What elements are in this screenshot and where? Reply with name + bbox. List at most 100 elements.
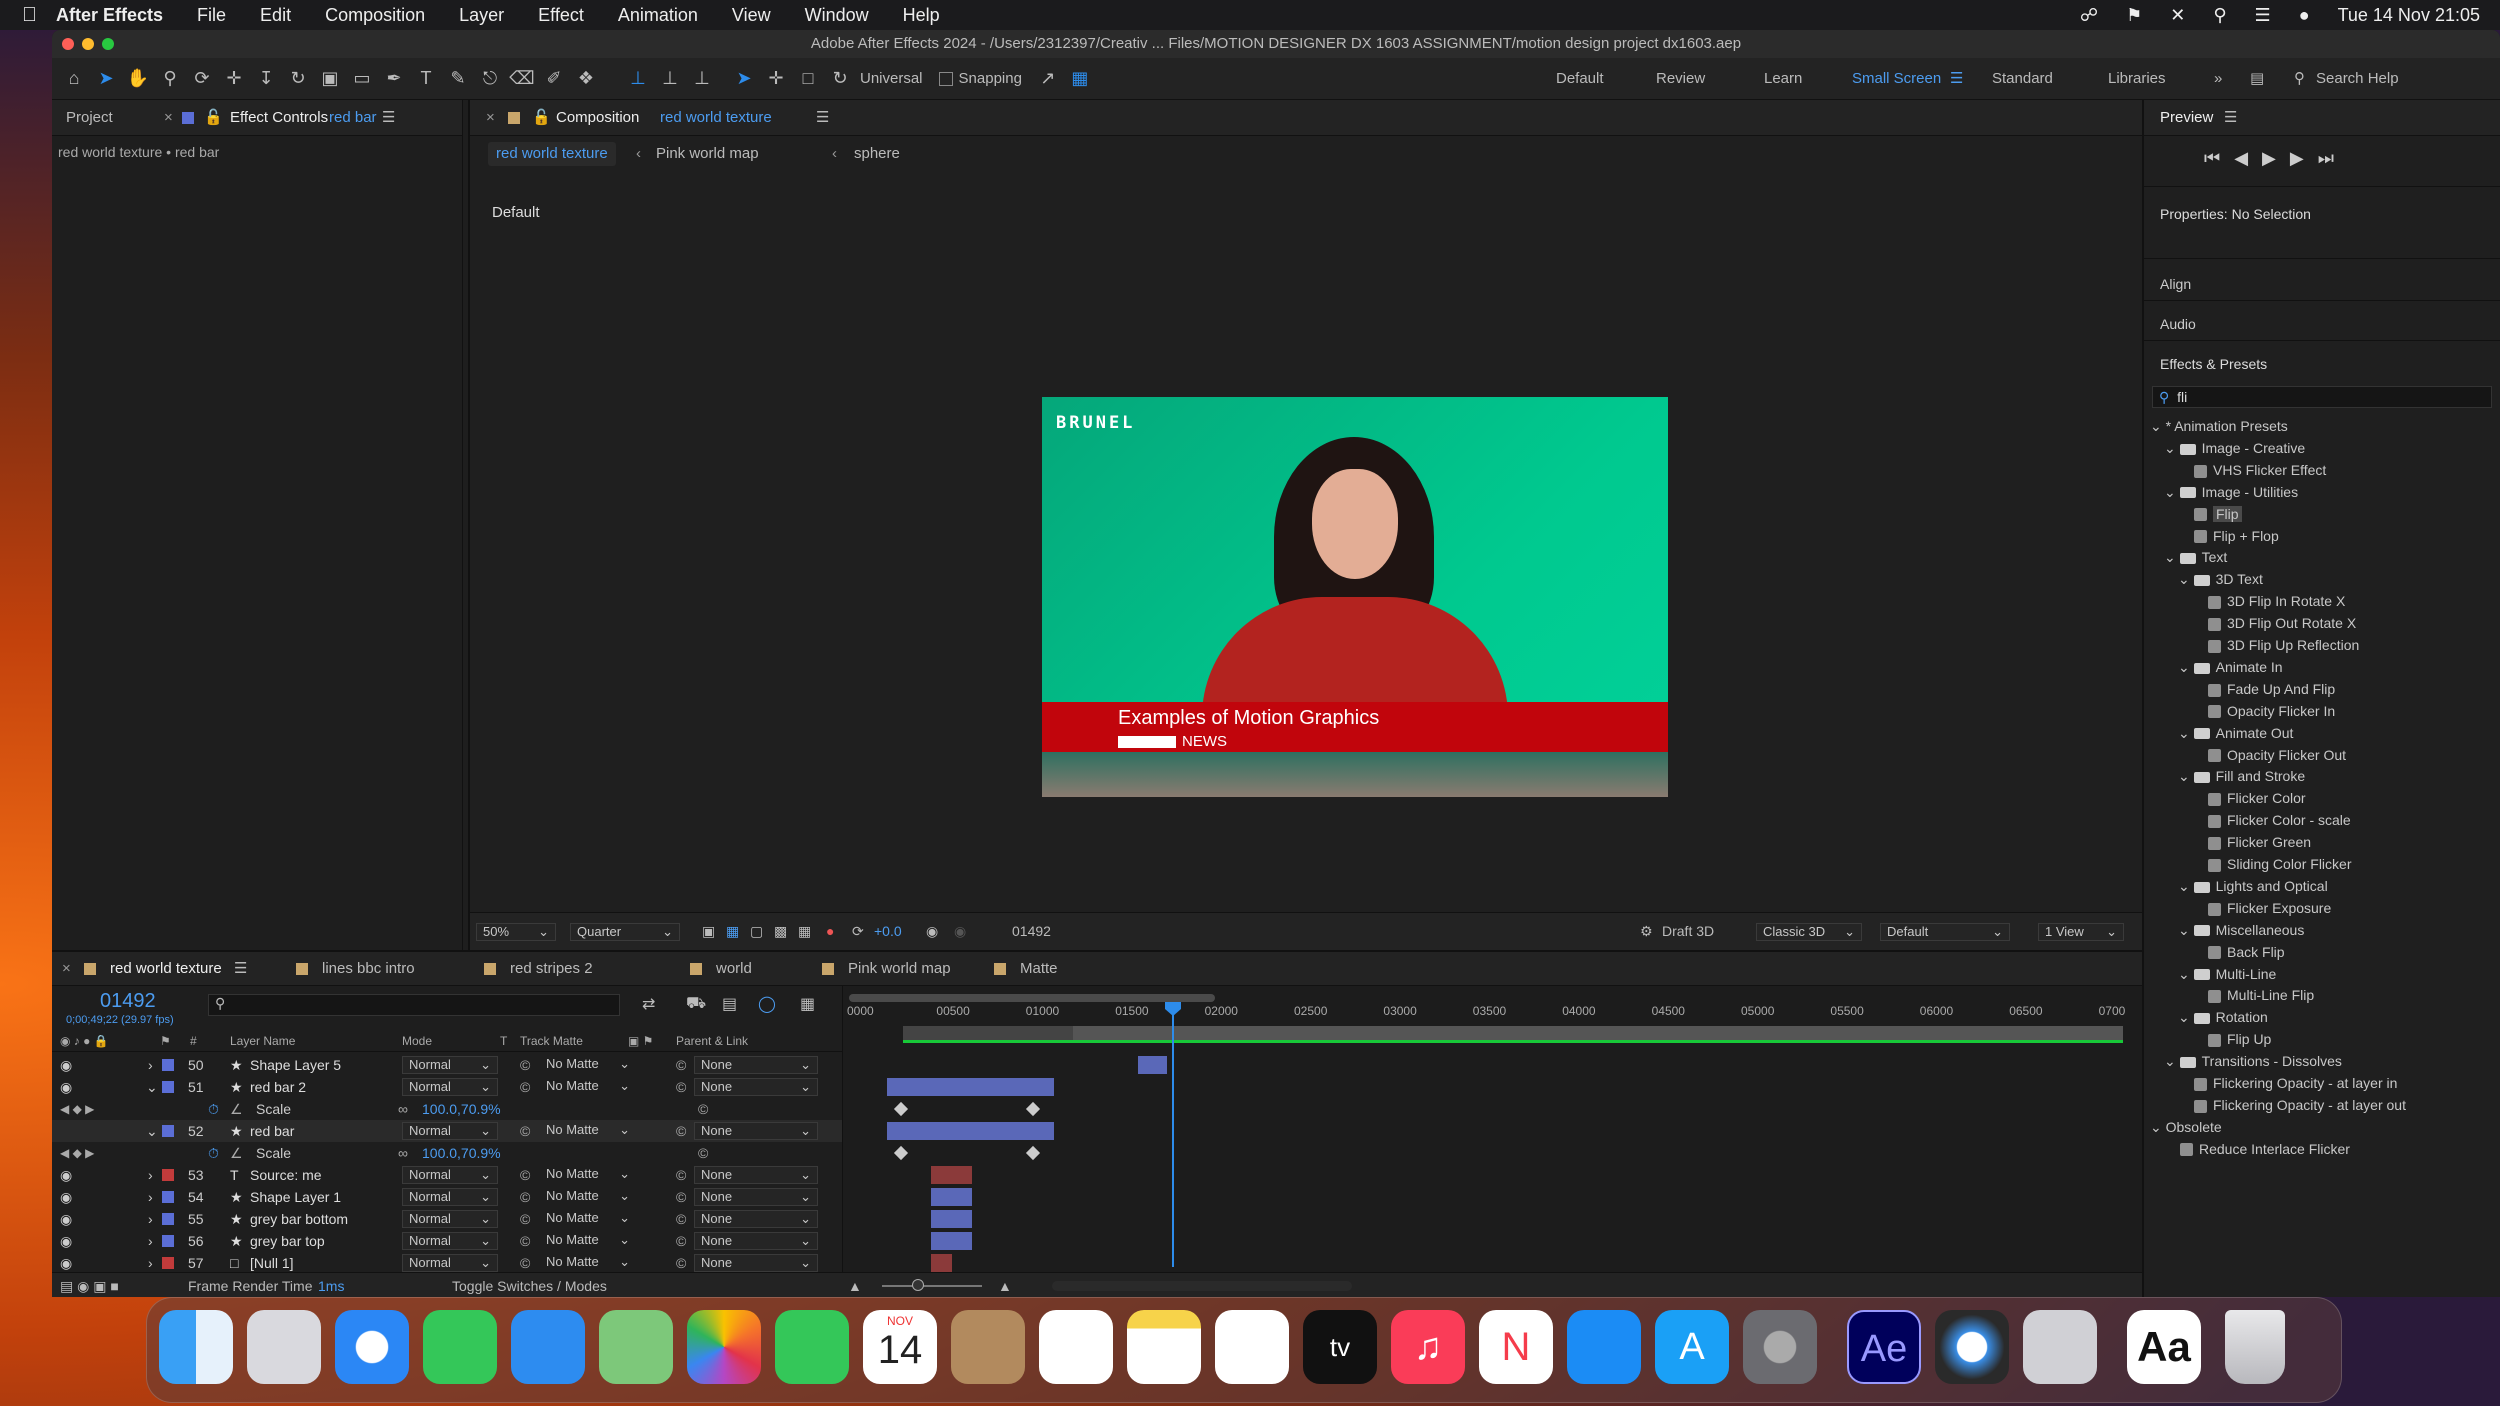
track-matte-pickwhip-icon[interactable]: ©	[520, 1252, 530, 1274]
preview-tab[interactable]: Preview	[2160, 100, 2213, 136]
puppet-tool-icon[interactable]: ❖	[570, 68, 602, 89]
view-layout-dropdown[interactable]: 1 View ⌄	[2038, 923, 2124, 941]
control-center-icon[interactable]: ☰	[2255, 5, 2271, 26]
creative-cloud-icon[interactable]: ☍	[2080, 5, 2098, 26]
calendar-icon[interactable]: NOV 14	[863, 1310, 937, 1384]
parent-dropdown[interactable]: None ⌄	[694, 1254, 818, 1272]
breadcrumb-sphere[interactable]: sphere	[854, 136, 900, 172]
minimize-window-button[interactable]	[82, 38, 94, 50]
effects-tree-item[interactable]: ⌄ Obsolete	[2150, 1117, 2222, 1137]
disclosure-chevron-icon[interactable]: ⌄	[2178, 768, 2194, 784]
3d-rotate-icon[interactable]: ↻	[824, 68, 856, 89]
flag-icon[interactable]: ⚑	[2126, 5, 2142, 26]
draft-3d-toggle-icon[interactable]: ⛟	[686, 994, 706, 1014]
snapshot-camera-icon[interactable]: ◉	[926, 923, 938, 940]
layer-row[interactable]: ◉ › 54 ★ Shape Layer 1 Normal ⌄ © No Matte ⌄ © None…	[52, 1186, 842, 1208]
collapse-chevron-icon[interactable]: ⌄	[146, 1120, 158, 1142]
type-tool-icon[interactable]: T	[410, 68, 442, 89]
composition-tab-name[interactable]: red world texture	[660, 100, 772, 136]
composition-viewer-frame[interactable]: BRUNEL Examples of Motion Graphics NEWS	[1042, 397, 1668, 797]
pickwhip-icon[interactable]: ©	[698, 1142, 708, 1164]
layer-row[interactable]: ◉ ⌄ 51 ★ red bar 2 Normal ⌄ © No Matte ⌄ © None ⌄	[52, 1076, 842, 1098]
disclosure-chevron-icon[interactable]: ⌄	[2178, 725, 2194, 741]
font-book-icon[interactable]	[2023, 1310, 2097, 1384]
effects-tree-item[interactable]: Flicker Exposure	[2208, 898, 2331, 918]
timeline-current-time[interactable]: 01492	[100, 990, 156, 1013]
mask-visibility-icon[interactable]: ▢	[750, 923, 763, 940]
selection-tool-icon[interactable]: ➤	[90, 68, 122, 89]
disclosure-chevron-icon[interactable]: ⌄	[2164, 484, 2180, 500]
collapse-chevron-icon[interactable]: ⌄	[146, 1076, 158, 1098]
effects-tree-item[interactable]: VHS Flicker Effect	[2194, 460, 2326, 480]
messages-icon[interactable]	[423, 1310, 497, 1384]
reminders-icon[interactable]	[1039, 1310, 1113, 1384]
expand-chevron-icon[interactable]: ›	[148, 1164, 153, 1186]
layer-name[interactable]: grey bar top	[250, 1230, 325, 1252]
visibility-eye-icon[interactable]: ◉	[60, 1230, 72, 1252]
anchor-tool-icon[interactable]: ▣	[314, 68, 346, 89]
layer-property-row[interactable]: ◀ ◆ ▶ ⏱ ∠ Scale ∞ 100.0,70.9% ©	[52, 1142, 842, 1164]
expand-chevron-icon[interactable]: ›	[148, 1208, 153, 1230]
track-matte-pickwhip-icon[interactable]: ©	[520, 1076, 530, 1098]
workspace-menu-icon[interactable]: ☰	[1950, 58, 1963, 100]
workspace-small-screen[interactable]: Small Screen	[1852, 58, 1941, 100]
track-matte-pickwhip-icon[interactable]: ©	[520, 1208, 530, 1230]
disclosure-chevron-icon[interactable]: ⌄	[2150, 1119, 2166, 1135]
disclosure-chevron-icon[interactable]: ⌄	[2178, 922, 2194, 938]
layer-name[interactable]: Shape Layer 5	[250, 1054, 341, 1076]
local-axis-icon[interactable]: ⊥	[622, 68, 654, 89]
expand-chevron-icon[interactable]: ›	[148, 1186, 153, 1208]
tab-effect-controls[interactable]: Effect Controls	[230, 100, 328, 136]
timeline-tab-matte[interactable]: Matte	[1020, 952, 1058, 986]
facetime-icon[interactable]	[775, 1310, 849, 1384]
disclosure-chevron-icon[interactable]: ⌄	[2164, 1053, 2180, 1069]
blend-mode-dropdown[interactable]: Normal ⌄	[402, 1232, 498, 1250]
panel-menu-icon[interactable]: ☰	[2224, 100, 2237, 136]
layer-label-color[interactable]	[162, 1191, 174, 1203]
track-matte-pickwhip-icon[interactable]: ©	[520, 1120, 530, 1142]
menu-edit[interactable]: Edit	[260, 5, 291, 26]
zoom-window-button[interactable]	[102, 38, 114, 50]
parent-dropdown[interactable]: None ⌄	[694, 1166, 818, 1184]
view-axis-icon[interactable]: ⊥	[686, 68, 718, 89]
effects-search-input[interactable]: ⚲ fli	[2152, 386, 2492, 408]
effects-tree-item[interactable]: ⌄ Multi-Line	[2178, 964, 2276, 984]
effects-tree-item[interactable]: Flicker Green	[2208, 832, 2311, 852]
parent-pickwhip-icon[interactable]: ©	[676, 1208, 686, 1230]
effects-tree-item[interactable]: ⌄ Miscellaneous	[2178, 920, 2304, 940]
zoom-slider-knob[interactable]	[912, 1279, 924, 1291]
rectangle-tool-icon[interactable]: ▭	[346, 68, 378, 89]
parent-dropdown[interactable]: None ⌄	[694, 1056, 818, 1074]
reset-exposure-icon[interactable]: ⟳	[852, 923, 864, 940]
music-icon[interactable]: ♫	[1391, 1310, 1465, 1384]
renderer-dropdown[interactable]: Classic 3D ⌄	[1756, 923, 1862, 941]
after-effects-icon[interactable]: Ae	[1847, 1310, 1921, 1384]
zoom-in-icon[interactable]: ▲	[998, 1273, 1012, 1297]
blend-mode-dropdown[interactable]: Normal ⌄	[402, 1188, 498, 1206]
quicktime-icon[interactable]	[1935, 1310, 2009, 1384]
effects-tree-item[interactable]: ⌄ Fill and Stroke	[2178, 766, 2305, 786]
work-area-range[interactable]	[1073, 1026, 2123, 1040]
layer-duration-bar[interactable]	[931, 1232, 972, 1250]
layer-row[interactable]: ◉ › 56 ★ grey bar top Normal ⌄ © No Matte ⌄ © None ⌄	[52, 1230, 842, 1252]
pen-tool-icon[interactable]: ✒	[378, 68, 410, 89]
zoom-tool-icon[interactable]: ⚲	[154, 68, 186, 89]
effects-tree-item[interactable]: 3D Flip In Rotate X	[2208, 591, 2345, 611]
zoom-slider[interactable]	[882, 1285, 982, 1287]
effects-tree-item[interactable]: ⌄ Image - Utilities	[2164, 482, 2298, 502]
keyframe[interactable]	[893, 1145, 908, 1161]
dolly-tool-icon[interactable]: ↧	[250, 68, 282, 89]
parent-pickwhip-icon[interactable]: ©	[676, 1120, 686, 1142]
draft-3d-icon[interactable]: ⚙	[1640, 923, 1653, 940]
comp-flowchart-icon[interactable]: ⇄	[642, 994, 655, 1014]
zoom-out-icon[interactable]: ▲	[848, 1273, 862, 1297]
col-layer-name[interactable]: Layer Name	[230, 1030, 295, 1052]
menu-app[interactable]: After Effects	[56, 5, 163, 26]
menu-window[interactable]: Window	[805, 5, 869, 26]
track-matte-dropdown[interactable]: No Matte ⌄	[540, 1188, 636, 1206]
effects-tree-item[interactable]: Flicker Color - scale	[2208, 810, 2351, 830]
blend-mode-dropdown[interactable]: Normal ⌄	[402, 1078, 498, 1096]
menubar-clock[interactable]: Tue 14 Nov 21:05	[2338, 5, 2480, 26]
panel-menu-icon[interactable]: ☰	[816, 100, 829, 136]
snap-grid-icon[interactable]: ▦	[1064, 68, 1096, 89]
